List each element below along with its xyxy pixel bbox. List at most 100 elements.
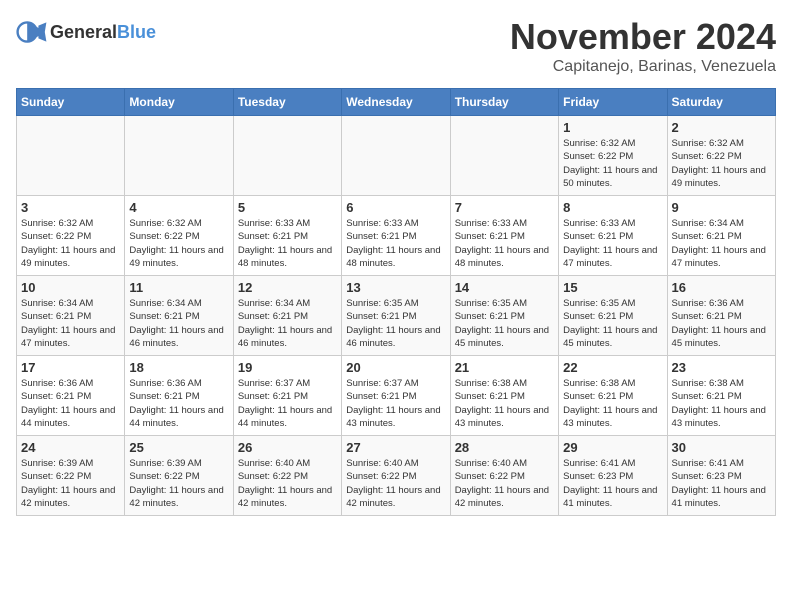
- day-number: 17: [21, 360, 120, 375]
- calendar-cell: 19 Sunrise: 6:37 AM Sunset: 6:21 PM Dayli…: [233, 356, 341, 436]
- day-number: 10: [21, 280, 120, 295]
- day-header-saturday: Saturday: [667, 89, 775, 116]
- calendar-week-row: 1 Sunrise: 6:32 AM Sunset: 6:22 PM Daylig…: [17, 116, 776, 196]
- day-info: Sunrise: 6:37 AM Sunset: 6:21 PM Dayligh…: [346, 377, 445, 430]
- calendar-cell: 20 Sunrise: 6:37 AM Sunset: 6:21 PM Dayli…: [342, 356, 450, 436]
- calendar-cell: 24 Sunrise: 6:39 AM Sunset: 6:22 PM Dayli…: [17, 436, 125, 516]
- calendar-cell: 18 Sunrise: 6:36 AM Sunset: 6:21 PM Dayli…: [125, 356, 233, 436]
- day-info: Sunrise: 6:32 AM Sunset: 6:22 PM Dayligh…: [129, 217, 228, 270]
- day-info: Sunrise: 6:34 AM Sunset: 6:21 PM Dayligh…: [129, 297, 228, 350]
- calendar-cell: 27Sunrise: 6:40 AM Sunset: 6:22 PM Dayli…: [342, 436, 450, 516]
- calendar-cell: 23 Sunrise: 6:38 AM Sunset: 6:21 PM Dayli…: [667, 356, 775, 436]
- calendar-cell: 25 Sunrise: 6:39 AM Sunset: 6:22 PM Dayli…: [125, 436, 233, 516]
- day-number: 22: [563, 360, 662, 375]
- day-number: 9: [672, 200, 771, 215]
- day-number: 6: [346, 200, 445, 215]
- day-number: 7: [455, 200, 554, 215]
- title-section: November 2024 Capitanejo, Barinas, Venez…: [510, 16, 776, 76]
- calendar-week-row: 24 Sunrise: 6:39 AM Sunset: 6:22 PM Dayli…: [17, 436, 776, 516]
- day-number: 25: [129, 440, 228, 455]
- day-number: 2: [672, 120, 771, 135]
- day-header-friday: Friday: [559, 89, 667, 116]
- day-info: Sunrise: 6:33 AM Sunset: 6:21 PM Dayligh…: [238, 217, 337, 270]
- day-info: Sunrise: 6:37 AM Sunset: 6:21 PM Dayligh…: [238, 377, 337, 430]
- header: GeneralBlue November 2024 Capitanejo, Ba…: [16, 16, 776, 76]
- calendar-cell: 7Sunrise: 6:33 AM Sunset: 6:21 PM Daylig…: [450, 196, 558, 276]
- day-info: Sunrise: 6:35 AM Sunset: 6:21 PM Dayligh…: [346, 297, 445, 350]
- logo: GeneralBlue: [16, 16, 156, 48]
- day-number: 8: [563, 200, 662, 215]
- day-info: Sunrise: 6:40 AM Sunset: 6:22 PM Dayligh…: [238, 457, 337, 510]
- day-info: Sunrise: 6:34 AM Sunset: 6:21 PM Dayligh…: [672, 217, 771, 270]
- day-number: 12: [238, 280, 337, 295]
- day-number: 13: [346, 280, 445, 295]
- calendar-cell: 16 Sunrise: 6:36 AM Sunset: 6:21 PM Dayli…: [667, 276, 775, 356]
- day-info: Sunrise: 6:36 AM Sunset: 6:21 PM Dayligh…: [129, 377, 228, 430]
- day-info: Sunrise: 6:39 AM Sunset: 6:22 PM Dayligh…: [21, 457, 120, 510]
- calendar-cell: [450, 116, 558, 196]
- calendar-cell: 15 Sunrise: 6:35 AM Sunset: 6:21 PM Dayli…: [559, 276, 667, 356]
- calendar-cell: 5 Sunrise: 6:33 AM Sunset: 6:21 PM Daylig…: [233, 196, 341, 276]
- day-info: Sunrise: 6:34 AM Sunset: 6:21 PM Dayligh…: [21, 297, 120, 350]
- day-info: Sunrise: 6:41 AM Sunset: 6:23 PM Dayligh…: [672, 457, 771, 510]
- calendar-cell: 21Sunrise: 6:38 AM Sunset: 6:21 PM Dayli…: [450, 356, 558, 436]
- calendar-cell: [233, 116, 341, 196]
- day-info: Sunrise: 6:40 AM Sunset: 6:22 PM Dayligh…: [455, 457, 554, 510]
- day-header-wednesday: Wednesday: [342, 89, 450, 116]
- day-number: 15: [563, 280, 662, 295]
- calendar-cell: 28Sunrise: 6:40 AM Sunset: 6:22 PM Dayli…: [450, 436, 558, 516]
- calendar-cell: 8 Sunrise: 6:33 AM Sunset: 6:21 PM Daylig…: [559, 196, 667, 276]
- day-info: Sunrise: 6:32 AM Sunset: 6:22 PM Dayligh…: [672, 137, 771, 190]
- day-info: Sunrise: 6:34 AM Sunset: 6:21 PM Dayligh…: [238, 297, 337, 350]
- calendar-cell: 3 Sunrise: 6:32 AM Sunset: 6:22 PM Daylig…: [17, 196, 125, 276]
- day-number: 1: [563, 120, 662, 135]
- calendar-cell: 10 Sunrise: 6:34 AM Sunset: 6:21 PM Dayli…: [17, 276, 125, 356]
- day-number: 16: [672, 280, 771, 295]
- day-info: Sunrise: 6:40 AM Sunset: 6:22 PM Dayligh…: [346, 457, 445, 510]
- day-info: Sunrise: 6:35 AM Sunset: 6:21 PM Dayligh…: [563, 297, 662, 350]
- location-title: Capitanejo, Barinas, Venezuela: [510, 58, 776, 76]
- calendar-cell: 6Sunrise: 6:33 AM Sunset: 6:21 PM Daylig…: [342, 196, 450, 276]
- day-number: 26: [238, 440, 337, 455]
- calendar-cell: 2 Sunrise: 6:32 AM Sunset: 6:22 PM Daylig…: [667, 116, 775, 196]
- day-number: 18: [129, 360, 228, 375]
- day-info: Sunrise: 6:35 AM Sunset: 6:21 PM Dayligh…: [455, 297, 554, 350]
- calendar-cell: 9 Sunrise: 6:34 AM Sunset: 6:21 PM Daylig…: [667, 196, 775, 276]
- day-info: Sunrise: 6:38 AM Sunset: 6:21 PM Dayligh…: [455, 377, 554, 430]
- calendar-cell: 14 Sunrise: 6:35 AM Sunset: 6:21 PM Dayli…: [450, 276, 558, 356]
- calendar-week-row: 17 Sunrise: 6:36 AM Sunset: 6:21 PM Dayli…: [17, 356, 776, 436]
- calendar-cell: 17Sunrise: 6:36 AM Sunset: 6:21 PM Dayli…: [17, 356, 125, 436]
- day-number: 5: [238, 200, 337, 215]
- day-header-thursday: Thursday: [450, 89, 558, 116]
- day-number: 20: [346, 360, 445, 375]
- calendar-cell: [17, 116, 125, 196]
- day-info: Sunrise: 6:38 AM Sunset: 6:21 PM Dayligh…: [672, 377, 771, 430]
- calendar-cell: 22Sunrise: 6:38 AM Sunset: 6:21 PM Dayli…: [559, 356, 667, 436]
- day-number: 11: [129, 280, 228, 295]
- day-info: Sunrise: 6:39 AM Sunset: 6:22 PM Dayligh…: [129, 457, 228, 510]
- calendar-cell: 1Sunrise: 6:32 AM Sunset: 6:22 PM Daylig…: [559, 116, 667, 196]
- day-info: Sunrise: 6:33 AM Sunset: 6:21 PM Dayligh…: [563, 217, 662, 270]
- day-info: Sunrise: 6:41 AM Sunset: 6:23 PM Dayligh…: [563, 457, 662, 510]
- calendar-cell: 26 Sunrise: 6:40 AM Sunset: 6:22 PM Dayli…: [233, 436, 341, 516]
- day-number: 19: [238, 360, 337, 375]
- calendar-cell: 13 Sunrise: 6:35 AM Sunset: 6:21 PM Dayli…: [342, 276, 450, 356]
- day-info: Sunrise: 6:32 AM Sunset: 6:22 PM Dayligh…: [21, 217, 120, 270]
- day-header-tuesday: Tuesday: [233, 89, 341, 116]
- day-info: Sunrise: 6:36 AM Sunset: 6:21 PM Dayligh…: [672, 297, 771, 350]
- day-number: 24: [21, 440, 120, 455]
- logo-icon: [16, 16, 48, 48]
- day-header-sunday: Sunday: [17, 89, 125, 116]
- day-number: 14: [455, 280, 554, 295]
- day-number: 30: [672, 440, 771, 455]
- day-number: 3: [21, 200, 120, 215]
- calendar-cell: [125, 116, 233, 196]
- day-header-monday: Monday: [125, 89, 233, 116]
- month-title: November 2024: [510, 16, 776, 58]
- calendar-cell: 12 Sunrise: 6:34 AM Sunset: 6:21 PM Dayli…: [233, 276, 341, 356]
- day-number: 23: [672, 360, 771, 375]
- calendar-cell: [342, 116, 450, 196]
- calendar-week-row: 10 Sunrise: 6:34 AM Sunset: 6:21 PM Dayli…: [17, 276, 776, 356]
- calendar-cell: 30 Sunrise: 6:41 AM Sunset: 6:23 PM Dayli…: [667, 436, 775, 516]
- logo-text: GeneralBlue: [50, 22, 156, 43]
